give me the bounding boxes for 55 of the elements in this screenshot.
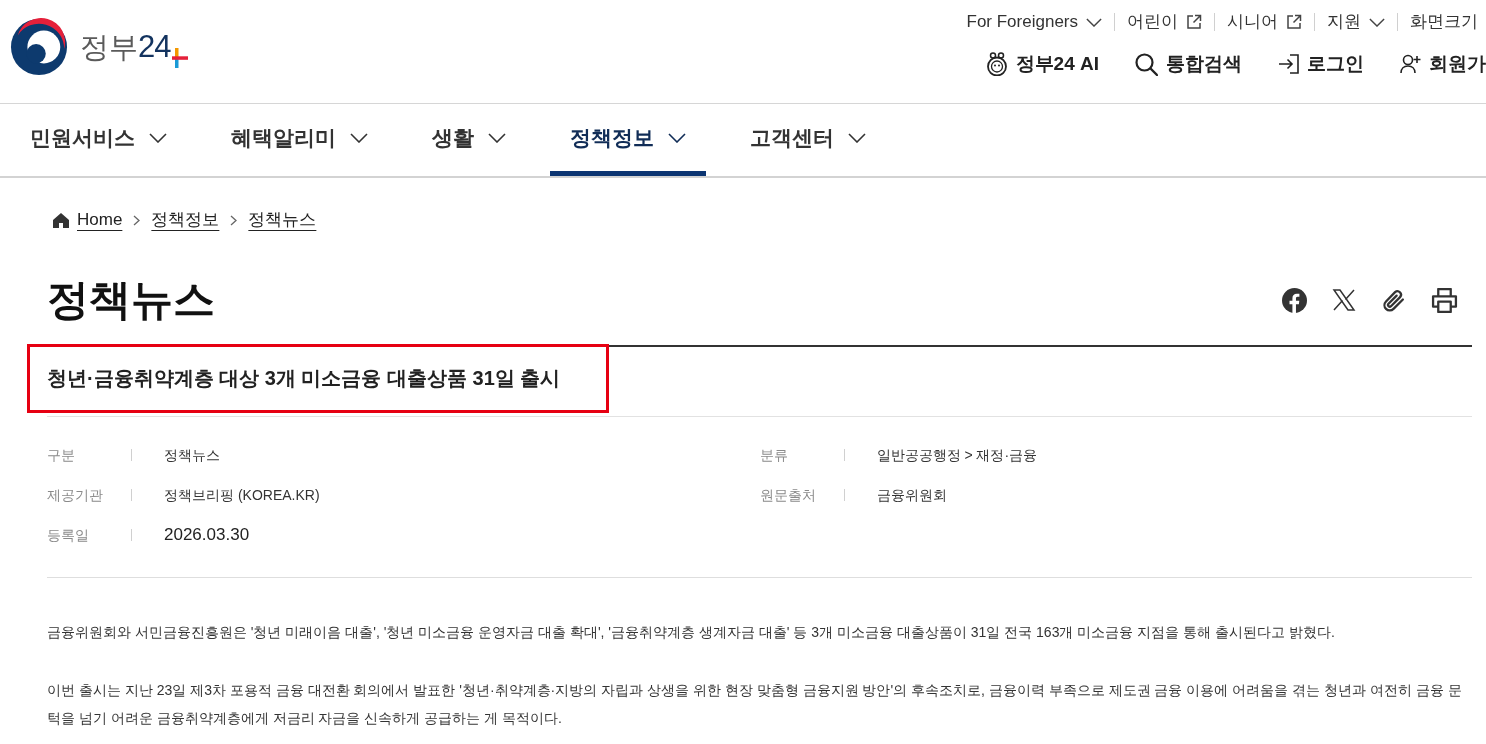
nav-tab[interactable]: 민원서비스: [10, 104, 187, 176]
chevron-down-icon: [350, 132, 368, 143]
chevron-down-icon: [1369, 17, 1385, 27]
chevron-down-icon: [488, 132, 506, 143]
utility-link[interactable]: 지원: [1327, 10, 1385, 34]
meta-label: 제공기관: [47, 485, 104, 505]
page-title: 정책뉴스: [47, 275, 215, 325]
login-arrow-icon: [1278, 54, 1299, 74]
breadcrumb-link[interactable]: 정책정보: [151, 209, 220, 231]
logo-number[interactable]: 24: [138, 29, 171, 64]
meta-value: 정책뉴스: [164, 445, 220, 465]
search-button[interactable]: 통합검색: [1135, 50, 1242, 78]
chevron-down-icon: [149, 132, 167, 143]
meta-value: 일반공공행정 > 재정·금융: [876, 445, 1038, 465]
nav-tab[interactable]: 혜택알리미: [211, 104, 388, 176]
chevron-right-icon: [230, 214, 238, 226]
external-link-icon: [1186, 14, 1202, 30]
nav-tab[interactable]: 생활: [412, 104, 526, 176]
article-paragraph: 금융위원회와 서민금융진흥원은 '청년 미래이음 대출', '청년 미소금융 운영자금 대출 확대', '금융취약계층 생계자금 대출' 등 3개 미소금융 대출상품이 31일 전국 163개 미소금융 지점을 통해 출시된다고 밝혔다.: [47, 623, 1336, 642]
ai-assistant-button[interactable]: 정부24 AI: [985, 50, 1099, 78]
utility-link[interactable]: 화면크기: [1410, 10, 1478, 34]
chevron-down-icon: [668, 132, 686, 143]
chevron-down-icon: [1086, 17, 1102, 27]
chevron-down-icon: [848, 132, 866, 143]
breadcrumb-link[interactable]: Home: [77, 209, 123, 231]
add-user-icon: [1400, 54, 1421, 74]
paperclip-icon[interactable]: [1381, 287, 1406, 313]
emblem-logo-icon[interactable]: [10, 17, 68, 76]
utility-link[interactable]: 어린이: [1127, 10, 1202, 34]
meta-label: 등록일: [47, 525, 90, 545]
robot-icon: [985, 52, 1008, 76]
external-link-icon: [1286, 14, 1302, 30]
breadcrumb-link[interactable]: 정책뉴스: [248, 209, 317, 231]
print-icon[interactable]: [1431, 287, 1458, 313]
utility-link[interactable]: For Foreigners: [966, 10, 1102, 34]
meta-label: 구분: [47, 445, 76, 465]
utility-link[interactable]: 시니어: [1227, 10, 1302, 34]
facebook-icon[interactable]: [1282, 287, 1307, 313]
article-paragraph: 이번 출시는 지난 23일 제3차 포용적 금융 대전환 회의에서 발표한 '청년·취약계층·지방의 자립과 상생을 위한 현장 맞춤형 금융지원 방안'의 후속조치로, 금융이력 부족으로 제도권 금융 이용에 어려움을 겪는 청년과 여전히 금융 문턱을 넘기 어려운 금융취약계층에게 저금리 자금을 신속하게 공급하는 게 목적이다.: [47, 681, 1463, 728]
nav-tab[interactable]: 정책정보: [550, 104, 706, 176]
meta-value: 2026.03.30: [164, 524, 250, 547]
meta-value: 정책브리핑 (KOREA.KR): [164, 485, 320, 505]
search-icon: [1135, 52, 1158, 76]
chevron-right-icon: [133, 214, 141, 226]
home-icon: [53, 212, 69, 228]
article-title: 청년·금융취약계층 대상 3개 미소금융 대출상품 31일 출시: [47, 365, 561, 391]
plus-icon: [172, 47, 189, 68]
nav-tab[interactable]: 고객센터: [730, 104, 886, 176]
login-button[interactable]: 로그인: [1278, 50, 1364, 78]
meta-value: 금융위원회: [876, 485, 947, 505]
meta-label: 분류: [759, 445, 789, 465]
signup-button[interactable]: 회원가: [1400, 50, 1486, 78]
meta-label: 원문출처: [759, 485, 817, 505]
logo-wordmark[interactable]: 정부: [80, 29, 138, 64]
x-logo-icon[interactable]: [1332, 288, 1356, 312]
